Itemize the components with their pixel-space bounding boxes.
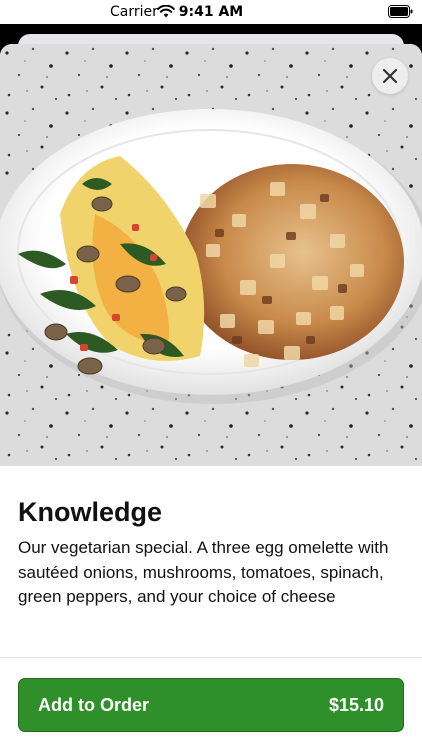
divider <box>0 657 422 658</box>
add-to-order-button[interactable]: Add to Order $15.10 <box>18 678 404 732</box>
item-description: Our vegetarian special. A three egg omel… <box>18 538 389 606</box>
close-icon <box>382 68 398 84</box>
status-time: 9:41 AM <box>178 4 244 20</box>
item-price: $15.10 <box>328 695 384 715</box>
battery-icon <box>388 5 413 18</box>
status-bar: Carrier 9:41 AM <box>0 0 422 24</box>
item-title: Knowledge <box>18 497 163 527</box>
add-to-order-label: Add to Order <box>38 695 149 715</box>
close-button[interactable] <box>372 58 408 94</box>
item-detail-sheet: Knowledge Our vegetarian special. A thre… <box>0 44 422 750</box>
food-photo <box>0 44 422 466</box>
